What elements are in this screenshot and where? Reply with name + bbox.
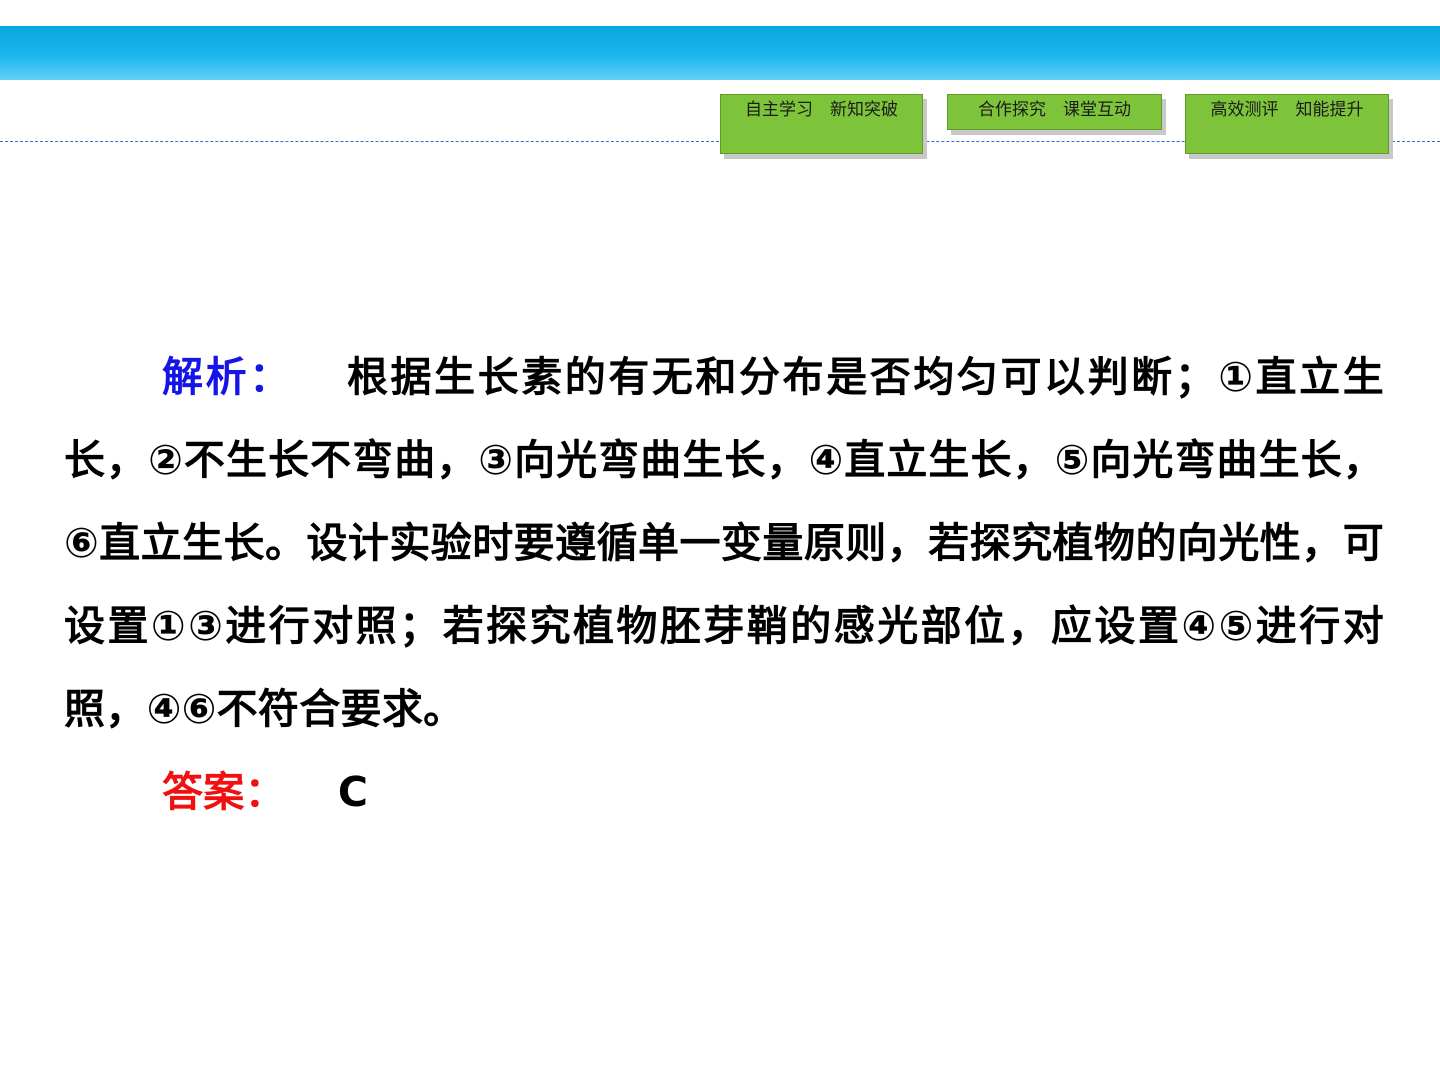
- answer-label: 答案：: [162, 768, 286, 816]
- header-band: [0, 26, 1440, 80]
- tab-self-study[interactable]: 自主学习 新知突破: [720, 94, 923, 154]
- answer-paragraph: 答案： C: [64, 751, 1384, 834]
- analysis-text: 根据生长素的有无和分布是否均匀可以判断；①直立生长，②不生长不弯曲，③向光弯曲生…: [64, 353, 1384, 733]
- tab-cooperative-inquiry[interactable]: 合作探究 课堂互动: [947, 94, 1162, 130]
- answer-value: C: [337, 768, 369, 816]
- slide-page: 自主学习 新知突破 合作探究 课堂互动 高效测评 知能提升 解析： 根据生长素的有…: [0, 0, 1440, 1080]
- analysis-label: 解析：: [162, 353, 293, 401]
- tab-evaluation[interactable]: 高效测评 知能提升: [1185, 94, 1389, 154]
- analysis-paragraph: 解析： 根据生长素的有无和分布是否均匀可以判断；①直立生长，②不生长不弯曲，③向光…: [64, 336, 1384, 751]
- solution-content: 解析： 根据生长素的有无和分布是否均匀可以判断；①直立生长，②不生长不弯曲，③向光…: [64, 336, 1384, 834]
